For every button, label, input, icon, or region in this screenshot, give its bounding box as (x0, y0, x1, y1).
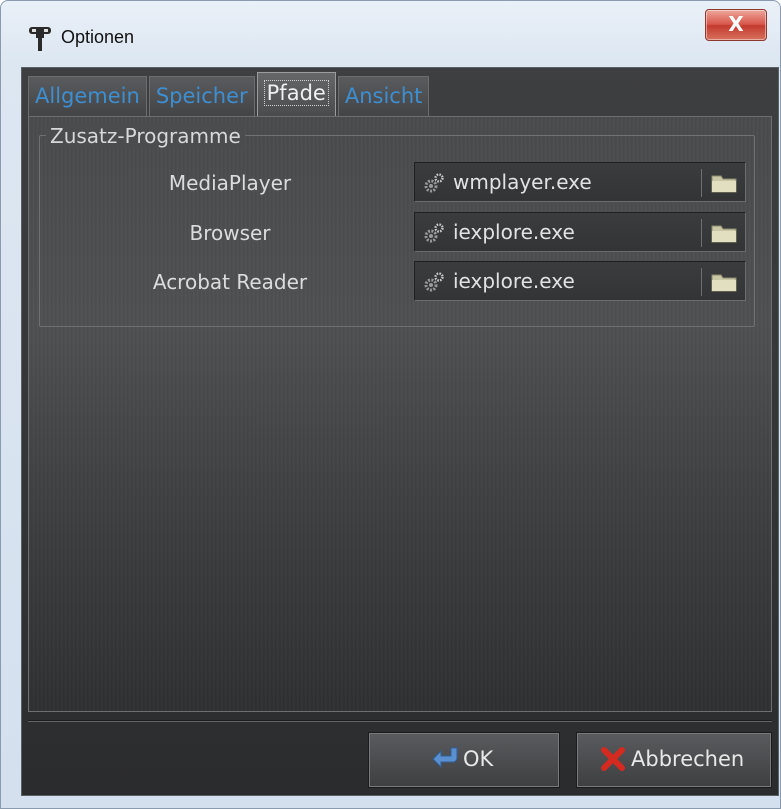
gears-icon (424, 173, 444, 193)
gears-icon (424, 223, 444, 243)
options-dialog: Optionen X Allgemein Speicher Pfade Ansi… (0, 0, 781, 809)
app-icon (29, 27, 51, 51)
tab-panel-pfade: Zusatz-Programme MediaPlayer wmplayer.ex… (28, 116, 772, 712)
title-bar[interactable]: Optionen X (1, 1, 780, 67)
folder-icon[interactable] (709, 171, 739, 195)
dialog-content: Allgemein Speicher Pfade Ansicht Zusatz-… (21, 67, 779, 796)
group-title: Zusatz-Programme (46, 124, 245, 148)
browser-path-value: iexplore.exe (453, 220, 575, 244)
cancel-button[interactable]: Abbrechen (576, 732, 772, 788)
red-x-icon (601, 747, 625, 771)
close-button[interactable]: X (705, 9, 767, 41)
tab-pfade[interactable]: Pfade (256, 72, 336, 116)
ok-label: OK (463, 747, 494, 771)
label-acrobat-reader: Acrobat Reader (152, 270, 308, 294)
tab-bar: Allgemein Speicher Pfade Ansicht (28, 72, 431, 116)
mediaplayer-path-value: wmplayer.exe (453, 170, 592, 194)
tab-speicher[interactable]: Speicher (148, 76, 255, 116)
field-divider (701, 169, 702, 197)
acrobat-path-field[interactable]: iexplore.exe (414, 261, 746, 301)
ok-arrow-icon (432, 747, 458, 769)
cancel-label: Abbrechen (631, 747, 745, 771)
folder-icon[interactable] (709, 221, 739, 245)
window-title: Optionen (61, 27, 135, 47)
tab-allgemein[interactable]: Allgemein (28, 76, 147, 116)
tab-ansicht[interactable]: Ansicht (337, 76, 430, 116)
browser-path-field[interactable]: iexplore.exe (414, 212, 746, 252)
field-divider (701, 268, 702, 296)
acrobat-path-value: iexplore.exe (453, 269, 575, 293)
folder-icon[interactable] (709, 270, 739, 294)
group-zusatz-programme: Zusatz-Programme MediaPlayer wmplayer.ex… (39, 124, 755, 327)
ok-button[interactable]: OK (368, 732, 560, 788)
label-mediaplayer: MediaPlayer (168, 171, 292, 195)
field-divider (701, 219, 702, 247)
button-bar-divider (28, 720, 772, 722)
gears-icon (424, 272, 444, 292)
tab-pfade-label: Pfade (263, 80, 329, 106)
mediaplayer-path-field[interactable]: wmplayer.exe (414, 162, 746, 202)
label-browser: Browser (189, 221, 271, 245)
